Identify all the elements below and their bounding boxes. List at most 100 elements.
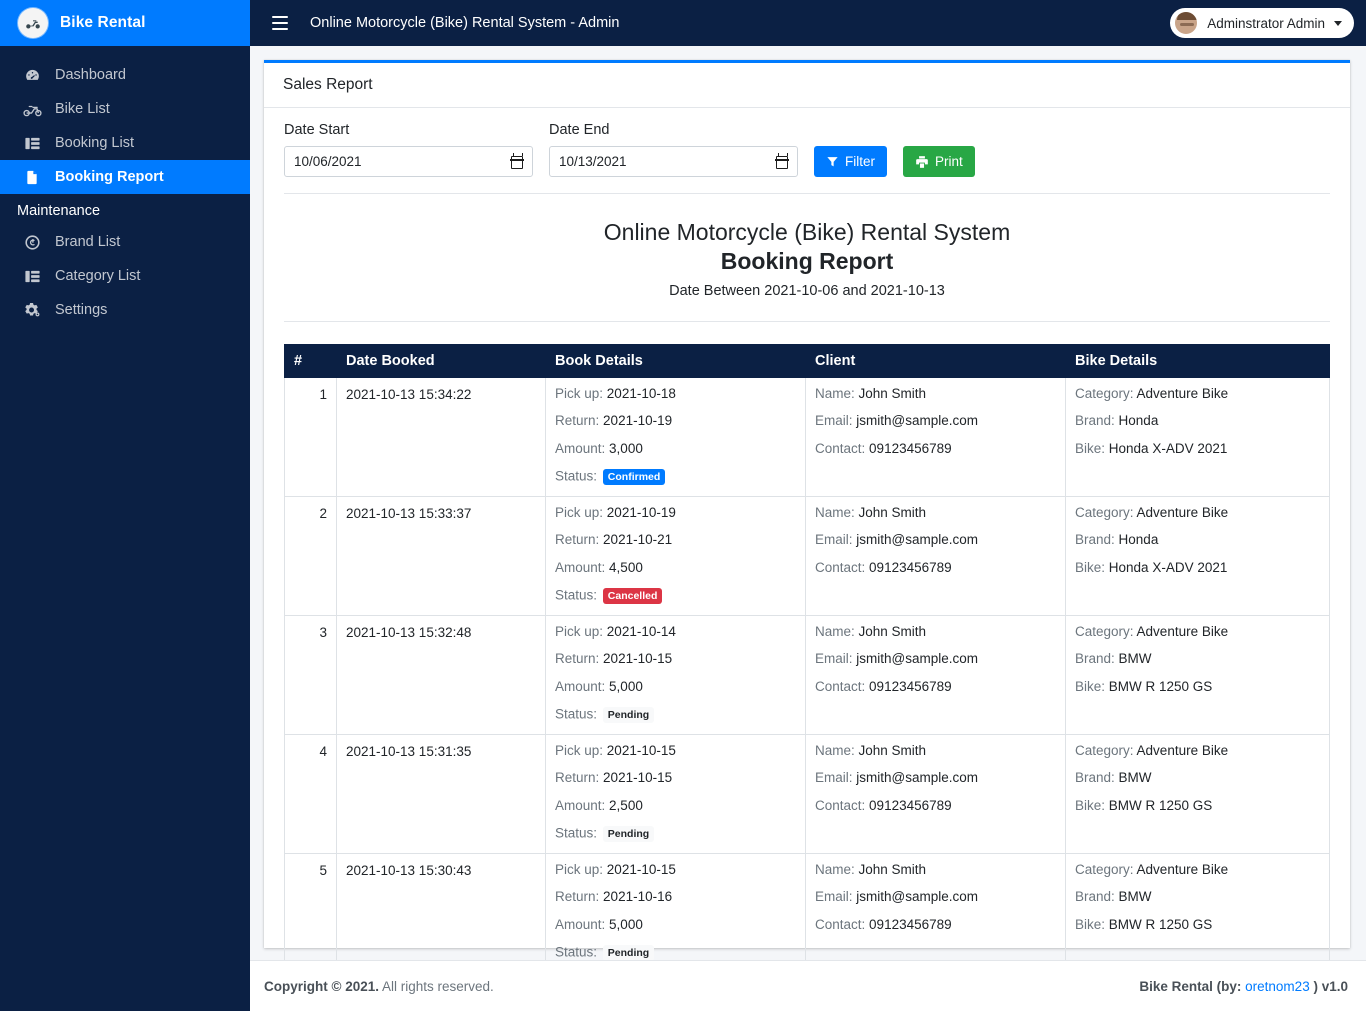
detail-line: Name: John Smith [815, 863, 1056, 877]
detail-label: Status: [555, 468, 598, 484]
detail-label: Email: [815, 413, 853, 429]
report-heading: Online Motorcycle (Bike) Rental System B… [284, 194, 1330, 322]
detail-value: 4,500 [609, 559, 643, 575]
detail-label: Pick up: [555, 504, 604, 520]
sidebar-item-booking-report[interactable]: Booking Report [0, 160, 250, 194]
sidebar-item-bike-list[interactable]: Bike List [0, 92, 250, 126]
hamburger-menu-icon[interactable] [272, 16, 288, 30]
detail-value: jsmith@sample.com [856, 770, 979, 786]
sidebar-nav: Dashboard Bike List Booking List Booking… [0, 46, 250, 327]
detail-label: Category: [1075, 385, 1134, 401]
status-badge: Pending [602, 707, 655, 723]
sidebar-section-maintenance: Maintenance [17, 203, 101, 219]
detail-value: 2021-10-15 [606, 861, 676, 877]
sidebar-item-label: Bike List [55, 101, 110, 117]
copyright-circle-icon [22, 234, 42, 251]
page-title: Sales Report [283, 76, 373, 93]
status-badge: Pending [602, 945, 655, 960]
detail-line: Pick up: 2021-10-14 [555, 625, 796, 639]
print-button-label: Print [935, 154, 963, 169]
detail-value: BMW [1118, 889, 1152, 905]
status-badge: Confirmed [602, 469, 666, 485]
cell-bike-details: Category: Adventure Bike Brand: BMW Bike: … [1065, 614, 1330, 735]
detail-label: Status: [555, 825, 598, 841]
detail-line: Bike: Honda X-ADV 2021 [1075, 561, 1320, 575]
sidebar-item-settings[interactable]: Settings [0, 293, 250, 327]
cell-book-details: Pick up: 2021-10-18 Return: 2021-10-19 Amo… [545, 376, 806, 497]
print-button[interactable]: Print [903, 146, 975, 177]
detail-value: John Smith [858, 504, 927, 520]
detail-line: Bike: Honda X-ADV 2021 [1075, 442, 1320, 456]
detail-line: Name: John Smith [815, 387, 1056, 401]
cell-client: Name: John Smith Email: jsmith@sample.com… [805, 376, 1066, 497]
table-row: 4 2021-10-13 15:31:35 Pick up: 2021-10-15 R… [284, 733, 1330, 854]
detail-label: Brand: [1075, 651, 1115, 667]
cell-date-booked: 2021-10-13 15:34:22 [336, 376, 546, 497]
detail-value: Adventure Bike [1136, 623, 1229, 639]
detail-line: Category: Adventure Bike [1075, 625, 1320, 639]
report-date-range: Date Between 2021-10-06 and 2021-10-13 [669, 282, 945, 299]
detail-value: 2021-10-15 [603, 651, 673, 667]
sidebar-item-booking-list[interactable]: Booking List [0, 126, 250, 160]
detail-line: Return: 2021-10-15 [555, 652, 796, 666]
user-menu-button[interactable]: Adminstrator Admin [1170, 8, 1354, 38]
detail-line: Contact: 09123456789 [815, 680, 1056, 694]
detail-value: 09123456789 [869, 559, 952, 575]
topbar: Online Motorcycle (Bike) Rental System -… [250, 0, 1366, 46]
dashboard-gauge-icon [22, 67, 42, 84]
detail-label: Brand: [1075, 532, 1115, 548]
detail-line: Email: jsmith@sample.com [815, 414, 1056, 428]
detail-label: Brand: [1075, 770, 1115, 786]
footer-copyright-rest: All rights reserved. [382, 978, 494, 994]
calendar-icon[interactable] [510, 153, 524, 169]
date-start-group: Date Start 10/06/2021 [284, 122, 533, 177]
detail-label: Category: [1075, 504, 1134, 520]
detail-line: Category: Adventure Bike [1075, 387, 1320, 401]
detail-label: Pick up: [555, 742, 604, 758]
brand-header[interactable]: Bike Rental [0, 0, 250, 46]
detail-label: Return: [555, 413, 600, 429]
status-badge: Cancelled [602, 588, 663, 604]
detail-line: Brand: BMW [1075, 771, 1320, 785]
detail-value: 5,000 [609, 678, 643, 694]
detail-value: John Smith [858, 861, 927, 877]
sidebar-item-dashboard[interactable]: Dashboard [0, 58, 250, 92]
detail-label: Return: [555, 532, 600, 548]
page-footer: Copyright © 2021. All rights reserved. B… [250, 960, 1366, 1011]
funnel-filter-icon [826, 155, 839, 168]
date-start-input[interactable]: 10/06/2021 [284, 146, 533, 177]
detail-value: jsmith@sample.com [856, 889, 979, 905]
sidebar-item-brand-list[interactable]: Brand List [0, 225, 250, 259]
detail-label: Email: [815, 889, 853, 905]
row-number: 1 [284, 376, 337, 497]
date-end-value: 10/13/2021 [559, 154, 627, 169]
cell-date-booked: 2021-10-13 15:33:37 [336, 495, 546, 616]
status-line: Status: Pending [555, 945, 796, 960]
detail-label: Pick up: [555, 385, 604, 401]
detail-line: Brand: Honda [1075, 533, 1320, 547]
detail-value: 3,000 [609, 440, 643, 456]
detail-label: Name: [815, 385, 855, 401]
detail-line: Pick up: 2021-10-18 [555, 387, 796, 401]
card-header: Sales Report [264, 63, 1350, 108]
filter-toolbar: Date Start 10/06/2021 Date End 10/13/202… [284, 122, 1330, 194]
filter-button[interactable]: Filter [814, 146, 887, 177]
footer-author-link[interactable]: oretnom23 [1245, 979, 1310, 994]
sidebar-item-category-list[interactable]: Category List [0, 259, 250, 293]
detail-label: Amount: [555, 797, 606, 813]
detail-line: Email: jsmith@sample.com [815, 652, 1056, 666]
cell-client: Name: John Smith Email: jsmith@sample.com… [805, 852, 1066, 960]
detail-line: Bike: BMW R 1250 GS [1075, 680, 1320, 694]
detail-line: Contact: 09123456789 [815, 442, 1056, 456]
detail-line: Return: 2021-10-19 [555, 414, 796, 428]
status-line: Status: Pending [555, 826, 796, 842]
status-badge: Pending [602, 826, 655, 842]
detail-label: Email: [815, 532, 853, 548]
detail-label: Email: [815, 770, 853, 786]
detail-label: Brand: [1075, 889, 1115, 905]
date-end-input[interactable]: 10/13/2021 [549, 146, 798, 177]
cell-bike-details: Category: Adventure Bike Brand: Honda Bike… [1065, 495, 1330, 616]
calendar-icon[interactable] [775, 153, 789, 169]
detail-value: jsmith@sample.com [856, 651, 979, 667]
table-list-icon [22, 268, 42, 285]
